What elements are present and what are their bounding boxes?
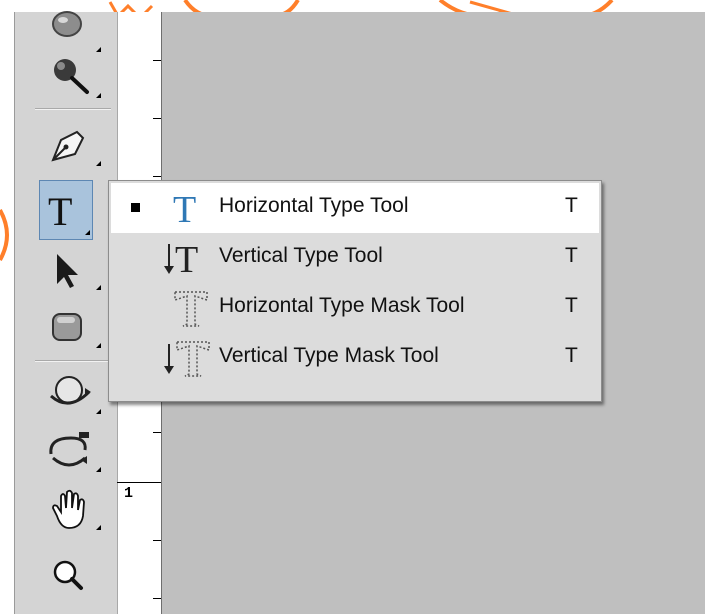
menu-item-label: Horizontal Type Mask Tool xyxy=(219,294,465,317)
burn-icon xyxy=(52,11,82,37)
submenu-indicator xyxy=(96,343,101,348)
sponge-icon xyxy=(54,59,89,94)
arrow-icon xyxy=(57,254,78,288)
type-tool-button[interactable]: T xyxy=(39,180,93,240)
horizontal-type-icon: T xyxy=(173,189,196,230)
zoom-tool-button[interactable] xyxy=(43,552,103,602)
sponge-tool-button[interactable] xyxy=(43,54,103,104)
hand-tool-button[interactable] xyxy=(43,486,103,536)
menu-item-shortcut: T xyxy=(565,344,578,367)
ruler-major-tick xyxy=(117,482,161,483)
decorative-left-stroke xyxy=(0,209,9,261)
menu-item-horizontal-type-tool[interactable]: T Horizontal Type Tool T xyxy=(111,183,599,233)
3d-orbit-icon xyxy=(49,432,89,467)
ruler-tick xyxy=(153,598,161,599)
burn-tool-button[interactable] xyxy=(43,8,103,58)
hand-icon xyxy=(52,489,85,529)
ruler-tick xyxy=(153,540,161,541)
menu-item-shortcut: T xyxy=(565,194,578,217)
ruler-tick xyxy=(153,60,161,61)
svg-text:T: T xyxy=(173,189,196,230)
submenu-indicator xyxy=(96,285,101,290)
magnifier-icon xyxy=(53,560,83,590)
pen-icon xyxy=(51,130,85,162)
vertical-type-mask-icon xyxy=(164,341,210,377)
ruler-label: 1 xyxy=(124,485,134,502)
rounded-rectangle-icon xyxy=(52,313,82,341)
toolbar-separator xyxy=(35,360,111,362)
vertical-type-icon: T xyxy=(164,239,198,280)
svg-text:T: T xyxy=(175,239,198,280)
submenu-indicator xyxy=(96,409,101,414)
submenu-indicator xyxy=(96,93,101,98)
svg-text:T: T xyxy=(48,189,72,234)
3d-rotate-tool-button[interactable] xyxy=(43,370,103,420)
menu-item-horizontal-type-mask-tool[interactable]: Horizontal Type Mask Tool T xyxy=(111,283,599,333)
menu-item-vertical-type-mask-tool[interactable]: Vertical Type Mask Tool T xyxy=(111,333,599,383)
rectangle-tool-button[interactable] xyxy=(43,304,103,354)
submenu-indicator xyxy=(96,47,101,52)
menu-item-label: Vertical Type Mask Tool xyxy=(219,344,439,367)
ruler-tick xyxy=(153,176,161,177)
menu-item-shortcut: T xyxy=(565,244,578,267)
pen-tool-button[interactable] xyxy=(43,122,103,172)
submenu-indicator xyxy=(96,525,101,530)
horizontal-type-mask-icon xyxy=(174,291,208,327)
type-tool-flyout-menu: T Horizontal Type Tool T T Vertical Type… xyxy=(108,180,602,402)
submenu-indicator xyxy=(96,161,101,166)
tools-panel: T xyxy=(14,11,118,614)
menu-item-shortcut: T xyxy=(565,294,578,317)
3d-rotate-icon xyxy=(50,376,91,405)
menu-item-label: Vertical Type Tool xyxy=(219,244,383,267)
ruler-tick xyxy=(153,432,161,433)
menu-item-vertical-type-tool[interactable]: T Vertical Type Tool T xyxy=(111,233,599,283)
toolbar-separator xyxy=(35,108,111,110)
3d-orbit-tool-button[interactable] xyxy=(43,428,103,478)
submenu-indicator xyxy=(85,230,90,235)
ruler-tick xyxy=(153,118,161,119)
selected-bullet xyxy=(131,203,140,212)
submenu-indicator xyxy=(96,467,101,472)
menu-item-label: Horizontal Type Tool xyxy=(219,194,409,217)
path-selection-tool-button[interactable] xyxy=(43,246,103,296)
